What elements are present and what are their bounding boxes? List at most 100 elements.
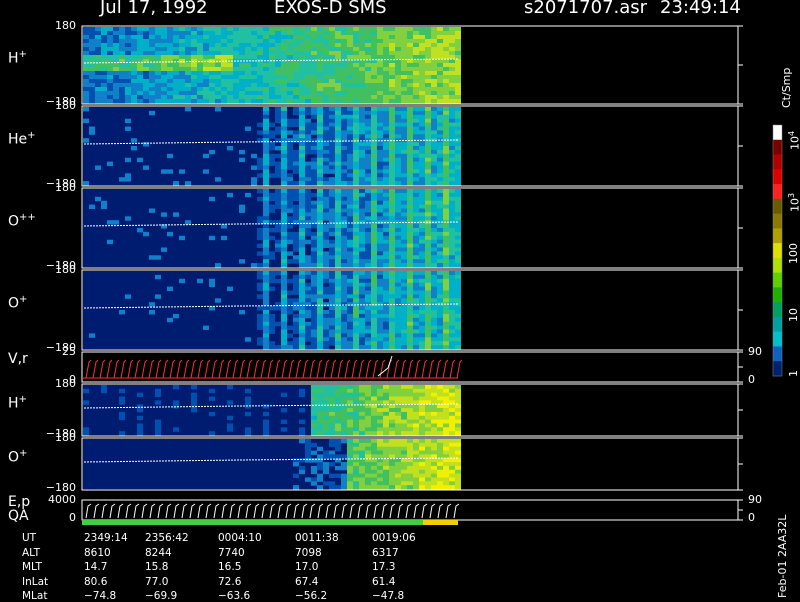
spectrogram-cell	[137, 423, 143, 428]
spectrogram-cell	[419, 142, 425, 147]
spectrogram-cell	[281, 149, 287, 155]
spectrogram-cell	[437, 43, 443, 48]
spectrogram-cell	[329, 83, 335, 88]
spectrogram-cell	[455, 200, 461, 206]
spectrogram-cell	[377, 169, 383, 174]
spectrogram-cell	[395, 442, 401, 448]
spectrogram-cell	[287, 192, 293, 198]
spectrogram-cell	[347, 243, 353, 248]
spectrogram-cell	[359, 43, 365, 48]
spectrogram-cell	[371, 431, 377, 436]
spectrogram-cell	[341, 317, 347, 323]
spectrogram-cell	[191, 35, 197, 40]
spectrogram-cell	[365, 423, 371, 428]
spectrogram-cell	[281, 392, 287, 398]
spectrogram-cell	[329, 473, 335, 478]
spectrogram-cell	[455, 333, 461, 338]
spectrogram-cell	[389, 91, 395, 96]
spectrogram-cell	[359, 153, 365, 159]
spectrogram-cell	[377, 286, 383, 291]
spectrogram-cell	[395, 122, 401, 127]
spectrogram-cell	[335, 71, 341, 76]
colorbar-label: 1	[787, 370, 800, 377]
spectrogram-cell	[359, 208, 365, 213]
spectrogram-cell	[215, 43, 221, 48]
spectrogram-cell	[341, 192, 347, 198]
spectrogram-cell	[305, 31, 311, 36]
spectrogram-cell	[395, 231, 401, 237]
spectrogram-cell	[323, 392, 329, 398]
spectrogram-cell	[287, 290, 293, 295]
spectrogram-cell	[341, 126, 347, 131]
spectrogram-cell	[323, 35, 329, 40]
spectrogram-cell	[317, 239, 323, 245]
spectrogram-cell	[425, 345, 431, 350]
spectrogram-cell	[257, 243, 263, 248]
spectrogram-cell	[227, 99, 233, 104]
spectrogram-cell	[395, 189, 401, 194]
spectrogram-cell	[263, 333, 269, 338]
spectrogram-cell	[305, 329, 311, 334]
spectrogram-cell	[269, 95, 275, 100]
spectrogram-cell	[197, 95, 203, 100]
spectrogram-cell	[323, 341, 329, 346]
spectrogram-cell	[401, 165, 407, 170]
time-label: 23:49:14	[660, 0, 741, 18]
table-cell: 0011:38	[295, 532, 339, 544]
spectrogram-cell	[299, 95, 305, 100]
spectrogram-cell	[353, 126, 359, 131]
spectrogram-cell	[293, 321, 299, 327]
spectrogram-cell	[425, 442, 431, 448]
spectrogram-cell	[371, 47, 377, 52]
spectrogram-cell	[413, 55, 419, 60]
spectrogram-cell	[413, 329, 419, 334]
spectrogram-cell	[317, 477, 323, 482]
spectrogram-cell	[389, 204, 395, 209]
spectrogram-cell	[341, 411, 347, 417]
spectrogram-cell	[335, 27, 341, 32]
spectrogram-cell	[353, 439, 359, 444]
spectrogram-cell	[173, 95, 179, 100]
spectrogram-cell	[293, 282, 299, 288]
spectrogram-cell	[431, 313, 437, 319]
spectrogram-cell	[377, 91, 383, 96]
spectrogram-cell	[389, 408, 395, 413]
spectrogram-cell	[353, 329, 359, 334]
spectrogram-cell	[419, 181, 425, 186]
spectrogram-cell	[311, 75, 317, 80]
spectrogram-cell	[281, 51, 287, 56]
spectrogram-cell	[95, 196, 101, 202]
colorbar-segment	[773, 154, 782, 170]
spectrogram-cell	[335, 333, 341, 338]
spectrogram-cell	[311, 469, 317, 475]
spectrogram-cell	[317, 99, 323, 104]
spectrogram-cell	[389, 235, 395, 241]
spectrogram-cell	[377, 282, 383, 288]
spectrogram-cell	[353, 228, 359, 233]
spectrogram-cell	[401, 325, 407, 330]
spectrogram-cell	[359, 325, 365, 330]
spectrogram-cell	[359, 294, 365, 299]
spectrogram-cell	[293, 274, 299, 280]
spectrogram-cell	[263, 274, 269, 280]
spectrogram-cell	[329, 442, 335, 448]
spectrogram-cell	[443, 192, 449, 198]
spectrogram-cell	[377, 431, 383, 436]
spectrogram-cell	[383, 298, 389, 303]
spectrogram-cell	[89, 95, 95, 100]
spectrogram-cell	[395, 415, 401, 421]
spectrogram-cell	[389, 231, 395, 237]
spectrogram-cell	[413, 298, 419, 303]
spectrogram-cell	[347, 71, 353, 76]
spectrogram-cell	[323, 55, 329, 60]
spectrogram-cell	[239, 67, 245, 72]
spectrogram-cell	[299, 55, 305, 60]
spectrogram-cell	[299, 67, 305, 72]
spectrogram-cell	[455, 31, 461, 36]
spectrogram-cell	[287, 239, 293, 245]
spectrogram-cell	[143, 31, 149, 36]
spectrogram-cell	[413, 153, 419, 159]
spectrogram-cell	[401, 306, 407, 311]
spectrogram-cell	[455, 419, 461, 424]
spectrogram-cell	[341, 278, 347, 284]
